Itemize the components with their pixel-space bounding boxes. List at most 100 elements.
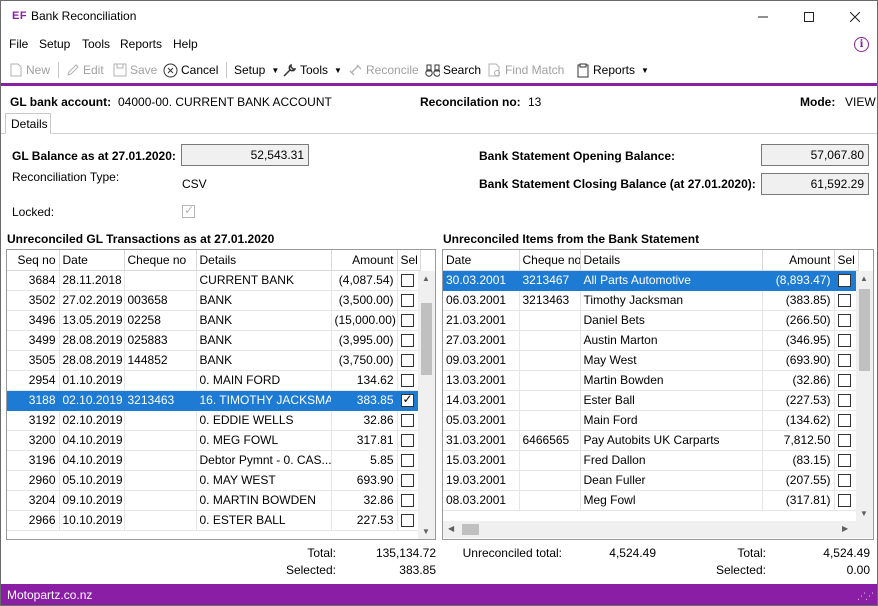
select-checkbox[interactable] (837, 314, 851, 328)
gl-scroll-thumb[interactable] (421, 303, 432, 375)
select-checkbox[interactable] (837, 374, 851, 388)
gl-table-row[interactable]: 3684 28.11.2018 CURRENT BANK (4,087.54) (7, 270, 421, 291)
bank-table-row[interactable]: 30.03.2001 3213467 All Parts Automotive (8,… (443, 270, 859, 291)
gl-table-row[interactable]: 3499 28.08.2019 025883 BANK (3,995.00) (7, 330, 421, 351)
bank-table-row[interactable]: 06.03.2001 3213463 Timothy Jacksman (383.85… (443, 290, 859, 311)
bank-table-row[interactable]: 27.03.2001 Austin Marton (346.95) (443, 330, 859, 351)
select-checkbox[interactable] (837, 334, 851, 348)
title-bar[interactable]: EF Bank Reconciliation (1, 1, 877, 32)
bank-col-sel[interactable]: Sel (834, 250, 859, 271)
bank-table-row[interactable]: 15.03.2001 Fred Dallon (83.15) (443, 450, 859, 471)
closing-balance-field[interactable]: 61,592.29 (761, 173, 869, 195)
menu-reports[interactable]: Reports (120, 37, 162, 51)
bank-table-row[interactable]: 09.03.2001 May West (693.90) (443, 350, 859, 371)
bank-vertical-scrollbar[interactable]: ▲ ▼ (856, 271, 873, 521)
bank-table-row[interactable]: 13.03.2001 Martin Bowden (32.86) (443, 370, 859, 391)
tools-dropdown[interactable]: Tools ▼ (282, 60, 342, 80)
scroll-up-icon[interactable]: ▲ (860, 274, 868, 283)
gl-col-amount[interactable]: Amount (331, 250, 398, 271)
gl-table-row[interactable]: 3192 02.10.2019 0. EDDIE WELLS 32.86 (7, 410, 421, 431)
gl-col-sel[interactable]: Sel (397, 250, 421, 271)
gl-table-row[interactable]: 3200 04.10.2019 0. MEG FOWL 317.81 (7, 430, 421, 451)
select-checkbox[interactable] (400, 514, 414, 528)
gl-table-row[interactable]: 3505 28.08.2019 144852 BANK (3,750.00) (7, 350, 421, 371)
bank-table-row[interactable]: 31.03.2001 6466565 Pay Autobits UK Carpart… (443, 430, 859, 451)
gl-col-date[interactable]: Date (59, 250, 125, 271)
scroll-right-icon[interactable]: ▶ (842, 524, 848, 533)
gl-table-row[interactable]: 3502 27.02.2019 003658 BANK (3,500.00) (7, 290, 421, 311)
close-button[interactable] (832, 1, 878, 32)
menu-setup[interactable]: Setup (39, 37, 70, 51)
bank-col-date[interactable]: Date (443, 250, 520, 271)
select-checkbox[interactable] (837, 454, 851, 468)
menu-help[interactable]: Help (173, 37, 198, 51)
edit-button[interactable]: Edit (65, 60, 104, 80)
bank-table-row[interactable]: 08.03.2001 Meg Fowl (317.81) (443, 490, 859, 511)
minimize-button[interactable] (740, 1, 786, 32)
select-checkbox[interactable] (400, 374, 414, 388)
select-checkbox[interactable] (837, 354, 851, 368)
bank-horizontal-scrollbar[interactable]: ◀ ▶ (443, 521, 873, 538)
scroll-down-icon[interactable]: ▼ (860, 509, 868, 518)
reconcile-button[interactable]: Reconcile (348, 60, 419, 80)
select-checkbox[interactable] (837, 294, 851, 308)
scroll-up-icon[interactable]: ▲ (422, 274, 430, 283)
bank-table-row[interactable]: 21.03.2001 Daniel Bets (266.50) (443, 310, 859, 331)
bank-table-row[interactable]: 05.03.2001 Main Ford (134.62) (443, 410, 859, 431)
select-checkbox[interactable] (400, 474, 414, 488)
cancel-button[interactable]: Cancel (163, 60, 218, 80)
resize-grip-icon[interactable]: ⋰⋰ (857, 591, 874, 602)
select-checkbox[interactable] (837, 414, 851, 428)
gl-table-row[interactable]: 2960 05.10.2019 0. MAY WEST 693.90 (7, 470, 421, 491)
select-checkbox[interactable] (400, 494, 414, 508)
bank-hscroll-thumb[interactable] (462, 524, 479, 535)
gl-table-row[interactable]: 3204 09.10.2019 0. MARTIN BOWDEN 32.86 (7, 490, 421, 511)
opening-balance-field[interactable]: 57,067.80 (761, 144, 869, 166)
select-checkbox[interactable] (837, 474, 851, 488)
select-checkbox[interactable] (400, 434, 414, 448)
scroll-left-icon[interactable]: ◀ (448, 524, 454, 533)
select-checkbox[interactable] (837, 394, 851, 408)
gl-table-row[interactable]: 3196 04.10.2019 Debtor Pymnt - 0. CAS... 5.… (7, 450, 421, 471)
gl-table-row[interactable]: 2954 01.10.2019 0. MAIN FORD 134.62 (7, 370, 421, 391)
reports-dropdown[interactable]: Reports ▼ (575, 60, 649, 80)
bank-col-cheque[interactable]: Cheque no (519, 250, 581, 271)
save-button[interactable]: Save (112, 60, 157, 80)
select-checkbox[interactable] (400, 354, 414, 368)
setup-dropdown[interactable]: Setup ▼ (234, 60, 279, 80)
find-match-button[interactable]: Find Match (487, 60, 564, 80)
bank-table-row[interactable]: 14.03.2001 Ester Ball (227.53) (443, 390, 859, 411)
gl-col-seq[interactable]: Seq no (7, 250, 60, 271)
select-checkbox[interactable] (400, 294, 414, 308)
menu-file[interactable]: File (9, 37, 28, 51)
bank-col-amount[interactable]: Amount (762, 250, 835, 271)
gl-table-row[interactable]: 3188 02.10.2019 3213463 16. TIMOTHY JACKSMA… (7, 390, 421, 411)
gl-col-cheque[interactable]: Cheque no (124, 250, 197, 271)
bank-table-row[interactable]: 19.03.2001 Dean Fuller (207.55) (443, 470, 859, 491)
select-checkbox[interactable] (837, 274, 851, 288)
tab-details[interactable]: Details (5, 113, 51, 134)
search-button[interactable]: Search (425, 60, 481, 80)
select-checkbox[interactable] (400, 334, 414, 348)
gl-vertical-scrollbar[interactable]: ▲ ▼ (418, 271, 435, 539)
new-button[interactable]: New (8, 60, 50, 80)
select-checkbox[interactable]: ✓ (400, 392, 414, 408)
bank-col-details[interactable]: Details (580, 250, 763, 271)
gl-table-row[interactable]: 2966 10.10.2019 0. ESTER BALL 227.53 (7, 510, 421, 531)
scroll-down-icon[interactable]: ▼ (422, 527, 430, 536)
gl-balance-field[interactable]: 52,543.31 (181, 144, 309, 166)
select-checkbox[interactable] (400, 454, 414, 468)
gl-table-row[interactable]: 3496 13.05.2019 02258 BANK (15,000.00) (7, 310, 421, 331)
gl-col-details[interactable]: Details (196, 250, 332, 271)
locked-checkbox[interactable]: ✓ (182, 203, 195, 218)
bank-scroll-thumb[interactable] (859, 289, 870, 371)
select-checkbox[interactable] (400, 314, 414, 328)
select-checkbox[interactable] (400, 274, 414, 288)
select-checkbox[interactable] (837, 494, 851, 508)
info-icon[interactable]: i (854, 37, 869, 52)
select-checkbox[interactable] (400, 414, 414, 428)
menu-tools[interactable]: Tools (82, 37, 110, 51)
maximize-button[interactable] (786, 1, 832, 32)
select-checkbox[interactable] (837, 434, 851, 448)
bank-cell-amount: 7,812.50 (762, 430, 835, 451)
